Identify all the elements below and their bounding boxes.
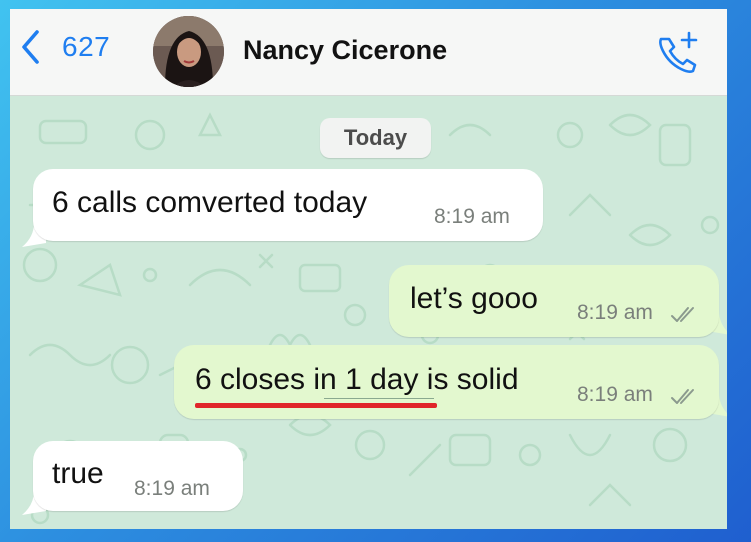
add-call-button[interactable] (653, 29, 703, 73)
message-bubble-incoming[interactable]: 6 calls comverted today 8:19 am (33, 169, 543, 241)
message-text: 6 calls comverted today (52, 186, 368, 219)
message-bubble-incoming[interactable]: true 8:19 am (33, 441, 243, 511)
highlighted-phrase: 6 closes in 1 day (195, 363, 419, 396)
message-time: 8:19 am (577, 301, 653, 324)
contact-name[interactable]: Nancy Cicerone (243, 35, 447, 66)
message-time: 8:19 am (577, 383, 653, 406)
message-time: 8:19 am (434, 205, 510, 228)
message-text: true (52, 457, 104, 490)
double-check-icon (671, 389, 694, 404)
date-divider: Today (320, 118, 431, 158)
annotation-underline (195, 403, 437, 408)
chat-header: 627 Nancy Cicerone (10, 9, 727, 96)
message-time: 8:19 am (134, 477, 210, 500)
message-text: 6 closes in 1 day is solid (195, 363, 519, 397)
screenshot-frame: 627 Nancy Cicerone Today 6 calls comvert… (0, 0, 751, 542)
back-button[interactable]: 627 (20, 29, 110, 65)
double-check-icon (671, 307, 694, 322)
message-bubble-outgoing[interactable]: 6 closes in 1 day is solid 8:19 am (174, 345, 719, 419)
unread-count: 627 (62, 31, 111, 62)
link-underline (324, 398, 434, 399)
add-call-icon (659, 31, 698, 73)
contact-photo (153, 16, 224, 87)
chevron-left-icon (22, 30, 39, 64)
message-bubble-outgoing[interactable]: let’s gooo 8:19 am (389, 265, 719, 337)
message-text-rest: is solid (418, 363, 519, 396)
avatar[interactable] (153, 16, 224, 87)
chat-screen: 627 Nancy Cicerone Today 6 calls comvert… (10, 9, 727, 529)
message-text: let’s gooo (410, 282, 538, 315)
